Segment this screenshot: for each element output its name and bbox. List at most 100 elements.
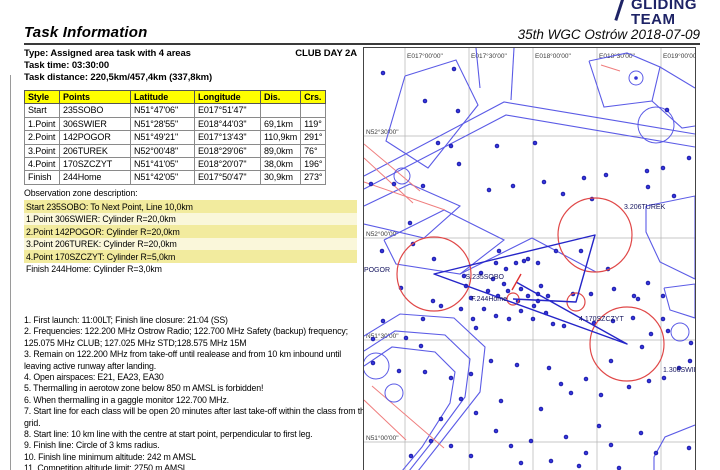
note-item: 11. Competition altitude limit: 2750 m A… xyxy=(24,463,188,470)
table-cell: E018°29'06" xyxy=(194,143,261,159)
observation-zone-row: Finish 244Home: Cylinder R=3,0km xyxy=(26,264,162,274)
column-header: Latitude xyxy=(130,89,195,105)
note-item: 10. Finish line minimum altitude: 242 m … xyxy=(24,451,196,462)
note-item: 8. Start line: 10 km line with the centr… xyxy=(24,429,313,440)
table-cell: E018°20'07" xyxy=(194,157,261,172)
table-cell: N51°42'05" xyxy=(130,170,195,185)
svg-text:N52°30'00": N52°30'00" xyxy=(366,128,399,136)
table-cell: 235SOBO xyxy=(59,103,131,118)
task-map: E017°00'00" E017°30'00" E018°00'00" E018°30… xyxy=(363,47,696,470)
table-cell: 38,0km xyxy=(259,157,302,172)
briefing-notes: 1. First launch: 11:00LT; Finish line cl… xyxy=(24,315,370,470)
observation-zone-rows: Start 235SOBO: To Next Point, Line 10,0k… xyxy=(24,200,357,275)
table-cell: 76° xyxy=(300,143,327,159)
svg-text:E018°30'00": E018°30'00" xyxy=(599,52,635,60)
column-header: Points xyxy=(59,89,131,105)
note-item: 1. First launch: 11:00LT; Finish line cl… xyxy=(24,315,228,325)
task-type: Type: Assigned area task with 4 areas xyxy=(24,48,191,59)
waypoint-dots xyxy=(368,66,694,470)
table-cell: 244Home xyxy=(59,170,131,185)
table-cell: E017°13'43" xyxy=(194,130,261,145)
table-cell: 30,9km xyxy=(259,170,302,185)
task-map-svg: E017°00'00" E017°30'00" E018°00'00" E018°30… xyxy=(364,48,695,470)
table-cell: N52°00'48" xyxy=(130,143,195,159)
svg-text:1.306SWIER: 1.306SWIER xyxy=(663,367,695,374)
table-cell: E017°51'47" xyxy=(194,103,261,118)
table-cell: E017°50'47" xyxy=(194,170,261,185)
svg-text:4.170SZCZYT: 4.170SZCZYT xyxy=(579,316,624,323)
table-cell: 89,0km xyxy=(259,143,302,159)
column-header: Dis. xyxy=(259,89,302,105)
table-row: 2.Point 142POGOR N51°49'21" E017°13'43" 110,… xyxy=(24,130,327,145)
table-cell: Finish xyxy=(24,170,60,185)
observation-zone-row: Start 235SOBO: To Next Point, Line 10,0k… xyxy=(24,200,357,213)
svg-text:E019°00'00": E019°00'00" xyxy=(663,52,695,60)
table-cell: 3.Point xyxy=(24,143,60,159)
observation-zone-title: Observation zone description: xyxy=(24,188,138,198)
table-row: Start 235SOBO N51°47'06" E017°51'47" xyxy=(24,103,327,118)
table-cell: 291° xyxy=(300,130,327,145)
table-cell: 2.Point xyxy=(24,130,60,145)
task-time: Task time: 03:30:00 xyxy=(24,60,110,72)
gliding-team-logo: GLIDING TEAM xyxy=(614,0,697,27)
note-item: 2. Frequencies: 122.200 MHz Ostrow Radio… xyxy=(24,326,348,348)
club-day-label: CLUB DAY 2A xyxy=(295,48,357,59)
table-cell: 306SWIER xyxy=(59,116,131,132)
note-item: 4. Open airspaces: E21, EA23, EA30 xyxy=(24,372,164,383)
event-title: 35th WGC Ostrów 2018-07-09 xyxy=(517,27,700,42)
table-cell: 110,9km xyxy=(259,130,302,145)
note-item: 5. Thermalling in aerotow zone below 850… xyxy=(24,383,264,394)
table-cell xyxy=(259,103,302,118)
table-row: Finish 244Home N51°42'05" E017°50'47" 30,9km… xyxy=(24,170,327,185)
table-cell: Start xyxy=(24,103,60,118)
task-info-page: GLIDING TEAM Task Information 35th WGC O… xyxy=(0,0,720,470)
svg-text:S.235SOBO: S.235SOBO xyxy=(465,274,504,281)
observation-zone-section: Observation zone description: Start 235S… xyxy=(24,187,357,275)
table-row: 4.Point 170SZCZYT N51°41'05" E018°20'07" 38,… xyxy=(24,157,327,172)
column-header: Style xyxy=(24,89,60,105)
glider-icon xyxy=(614,0,625,21)
observation-zone-row: 3.Point 206TUREK: Cylinder R=20,0km xyxy=(24,237,357,250)
note-item: 7. Start line for each class will be ope… xyxy=(24,406,370,428)
turnpoint-table: Style Points Latitude Longitude Dis. Crs. Sta… xyxy=(24,89,327,185)
svg-text:3.206TUREK: 3.206TUREK xyxy=(624,204,666,211)
table-cell: 69,1km xyxy=(259,116,302,132)
note-item: 9. Finish line: Circle of 3 kms radius. xyxy=(24,440,160,451)
table-cell: N51°47'06" xyxy=(130,103,195,118)
note-item: 3. Remain on 122.200 MHz from take-off u… xyxy=(24,349,342,371)
header-rule xyxy=(24,43,700,45)
table-cell xyxy=(300,103,327,118)
table-cell: 119° xyxy=(300,116,327,132)
left-margin-line xyxy=(10,75,11,470)
observation-zone-row: 1.Point 306SWIER: Cylinder R=20,0km xyxy=(24,212,357,225)
observation-zone-row: 4.Point 170SZCZYT: Cylinder R=5,0km xyxy=(24,250,357,263)
svg-text:F.244Home: F.244Home xyxy=(471,296,507,303)
note-item: 6. When thermalling in a gaggle monitor … xyxy=(24,394,229,405)
svg-text:E017°00'00": E017°00'00" xyxy=(407,52,443,60)
table-cell: N51°28'55" xyxy=(130,116,195,132)
table-cell: 206TUREK xyxy=(59,143,131,159)
table-cell: E018°44'03" xyxy=(194,116,261,132)
table-cell: 4.Point xyxy=(24,157,60,172)
table-cell: 1.Point xyxy=(24,116,60,132)
task-distance: Task distance: 220,5km/457,4km (337,8km) xyxy=(24,72,213,84)
page-title: Task Information xyxy=(24,24,148,41)
logo-line2: TEAM xyxy=(631,11,676,28)
table-cell: 142POGOR xyxy=(59,130,131,145)
svg-text:N51°00'00": N51°00'00" xyxy=(366,434,399,442)
observation-zone-row: 2.Point 142POGOR: Cylinder R=20,0km xyxy=(24,225,357,238)
table-cell: N51°41'05" xyxy=(130,157,195,172)
task-meta: Type: Assigned area task with 4 areas CL… xyxy=(24,48,357,85)
logo-text: GLIDING TEAM xyxy=(631,0,697,27)
svg-text:2.142POGOR: 2.142POGOR xyxy=(364,267,390,274)
table-row: 1.Point 306SWIER N51°28'55" E018°44'03" 69,1… xyxy=(24,116,327,132)
table-cell: 273° xyxy=(300,170,327,185)
svg-text:E018°00'00": E018°00'00" xyxy=(535,52,571,60)
table-row: 3.Point 206TUREK N52°00'48" E018°29'06" 89,0… xyxy=(24,143,327,159)
table-cell: 196° xyxy=(300,157,327,172)
turnpoint-table-header: Style Points Latitude Longitude Dis. Crs. xyxy=(24,89,327,105)
column-header: Longitude xyxy=(194,89,261,105)
table-cell: 170SZCZYT xyxy=(59,157,131,172)
column-header: Crs. xyxy=(300,89,327,105)
table-cell: N51°49'21" xyxy=(130,130,195,145)
